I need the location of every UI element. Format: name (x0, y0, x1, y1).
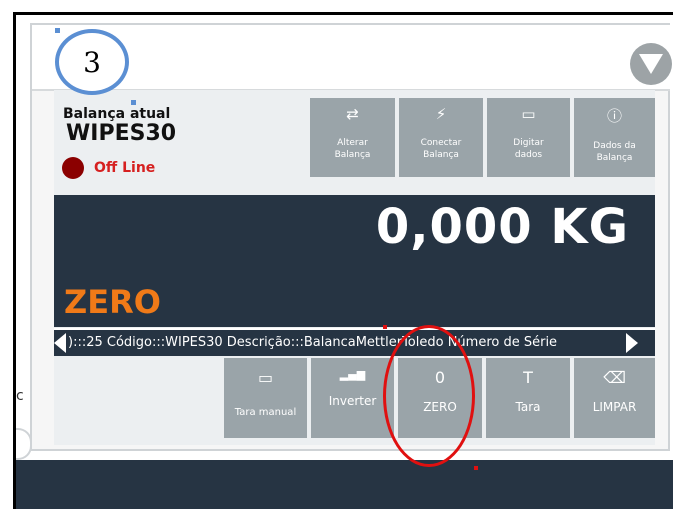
current-scale-name: WIPES30 (66, 121, 177, 146)
digitar-dados-button[interactable]: ▭ Digitar dados (487, 98, 570, 177)
tare-icon: T (523, 368, 533, 387)
button-label: Alterar (337, 138, 368, 148)
ticker-text: ):::25 Código:::WIPES30 Descrição:::Bala… (68, 335, 558, 350)
button-label: Dados da (593, 141, 636, 151)
footer-bar (16, 460, 673, 509)
lightning-icon: ⚡ (435, 105, 447, 123)
info-icon: ⓘ (606, 107, 622, 125)
step-number-badge: 3 (55, 29, 129, 95)
status-indicator-icon (62, 157, 84, 179)
bar-chart-icon: ▂▄▆ (339, 368, 366, 381)
swap-icon: ⇄ (346, 105, 359, 123)
button-label: Conectar (420, 138, 462, 148)
keyboard-icon: ▭ (521, 105, 536, 123)
tara-button[interactable]: T Tara (486, 358, 570, 438)
selection-handle (131, 100, 136, 105)
button-label: Digitar (513, 138, 544, 148)
connection-status: Off Line (94, 160, 156, 176)
button-label: Balança (334, 150, 371, 160)
selection-handle (55, 28, 60, 33)
conectar-balanca-button[interactable]: ⚡ Conectar Balança (399, 98, 483, 177)
scroll-left-icon[interactable] (54, 333, 66, 353)
collapse-button[interactable] (630, 43, 672, 85)
backspace-icon: ⌫ (603, 368, 626, 387)
inverter-button[interactable]: ▂▄▆ Inverter (311, 358, 394, 438)
button-label: Balança (596, 153, 633, 163)
alterar-balanca-button[interactable]: ⇄ Alterar Balança (310, 98, 395, 177)
limpar-button[interactable]: ⌫ LIMPAR (574, 358, 655, 438)
button-label: Inverter (328, 394, 377, 408)
selection-handle (383, 325, 387, 329)
highlight-ellipse (383, 325, 475, 467)
info-ticker: ):::25 Código:::WIPES30 Descrição:::Bala… (54, 328, 655, 356)
button-label: dados (514, 150, 543, 160)
button-label: Tara manual (234, 407, 297, 418)
weight-status: ZERO (64, 283, 161, 321)
chevron-down-icon (639, 54, 663, 74)
dados-balanca-button[interactable]: ⓘ Dados da Balança (574, 98, 655, 177)
button-label: Tara (515, 400, 541, 414)
weight-value: 0,000 KG (375, 199, 629, 255)
scroll-right-icon[interactable] (626, 333, 638, 353)
current-scale-label: Balança atual (63, 106, 171, 122)
tara-manual-button[interactable]: ▭ Tara manual (224, 358, 307, 438)
truncated-label: c (16, 388, 24, 404)
selection-handle (474, 466, 478, 470)
keyboard-icon: ▭ (257, 368, 274, 387)
button-label: Balança (423, 150, 459, 160)
weight-display: 0,000 KG ZERO (54, 195, 655, 327)
button-label: LIMPAR (592, 400, 637, 414)
